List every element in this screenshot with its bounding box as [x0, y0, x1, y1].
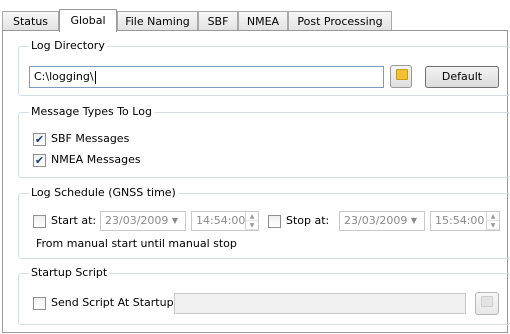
chevron-down-icon: ▼ — [410, 216, 418, 225]
start-at-checkbox[interactable] — [33, 215, 46, 228]
start-time-value: 14:54:00 — [196, 214, 246, 227]
startup-script-path-input[interactable] — [174, 293, 466, 314]
stop-at-label: Stop at: — [286, 214, 330, 227]
stop-date-value: 23/03/2009 — [344, 214, 408, 227]
stop-date-picker[interactable]: 23/03/2009 ▼ — [339, 211, 425, 231]
message-types-group: Message Types To Log ✔ SBF Messages ✔ NM… — [18, 105, 510, 178]
sbf-messages-checkbox[interactable]: ✔ — [33, 133, 46, 146]
stop-time-spin-buttons[interactable]: ▲ ▼ — [486, 212, 499, 230]
browse-startup-script-button[interactable] — [475, 292, 499, 315]
message-types-title: Message Types To Log — [29, 105, 154, 119]
nmea-messages-checkbox[interactable]: ✔ — [33, 154, 46, 167]
tab-file-naming[interactable]: File Naming — [117, 11, 198, 30]
folder-icon — [481, 296, 493, 307]
tab-nmea[interactable]: NMEA — [238, 11, 288, 30]
sbf-messages-label: SBF Messages — [51, 132, 130, 145]
text-cursor — [94, 70, 96, 84]
send-script-label: Send Script At Startup: — [51, 296, 178, 309]
browse-log-directory-button[interactable] — [390, 65, 412, 88]
stop-at-checkbox[interactable] — [268, 215, 281, 228]
start-date-value: 23/03/2009 — [105, 214, 169, 227]
log-directory-group: Log Directory C:\logging\ Default — [18, 39, 510, 96]
stop-time-value: 15:54:00 — [435, 214, 485, 227]
nmea-messages-label: NMEA Messages — [51, 153, 141, 166]
tab-sbf[interactable]: SBF — [198, 11, 238, 30]
start-date-picker[interactable]: 23/03/2009 ▼ — [100, 211, 186, 231]
log-directory-path-input[interactable]: C:\logging\ — [29, 66, 384, 88]
folder-icon — [396, 69, 408, 80]
tab-global[interactable]: Global — [59, 9, 117, 32]
schedule-note: From manual start until manual stop — [36, 237, 237, 250]
log-directory-title: Log Directory — [29, 39, 107, 53]
tab-bar: Status Global File Naming SBF NMEA Post … — [2, 9, 508, 32]
startup-script-title: Startup Script — [29, 266, 110, 280]
log-directory-path-value: C:\logging\ — [34, 70, 94, 83]
log-schedule-group: Log Schedule (GNSS time) Start at: 23/03… — [18, 186, 510, 259]
send-script-checkbox[interactable] — [33, 297, 46, 310]
chevron-down-icon: ▼ — [171, 216, 179, 225]
start-time-spin-buttons[interactable]: ▲ ▼ — [245, 212, 258, 230]
tab-status[interactable]: Status — [2, 11, 59, 30]
default-button[interactable]: Default — [425, 66, 499, 88]
startup-script-group: Startup Script Send Script At Startup: — [18, 266, 510, 325]
start-at-label: Start at: — [51, 214, 97, 227]
tab-post-processing[interactable]: Post Processing — [288, 11, 392, 30]
log-schedule-title: Log Schedule (GNSS time) — [29, 186, 178, 200]
stop-time-spinbox[interactable]: 15:54:00 ▲ ▼ — [430, 211, 500, 231]
start-time-spinbox[interactable]: 14:54:00 ▲ ▼ — [191, 211, 259, 231]
